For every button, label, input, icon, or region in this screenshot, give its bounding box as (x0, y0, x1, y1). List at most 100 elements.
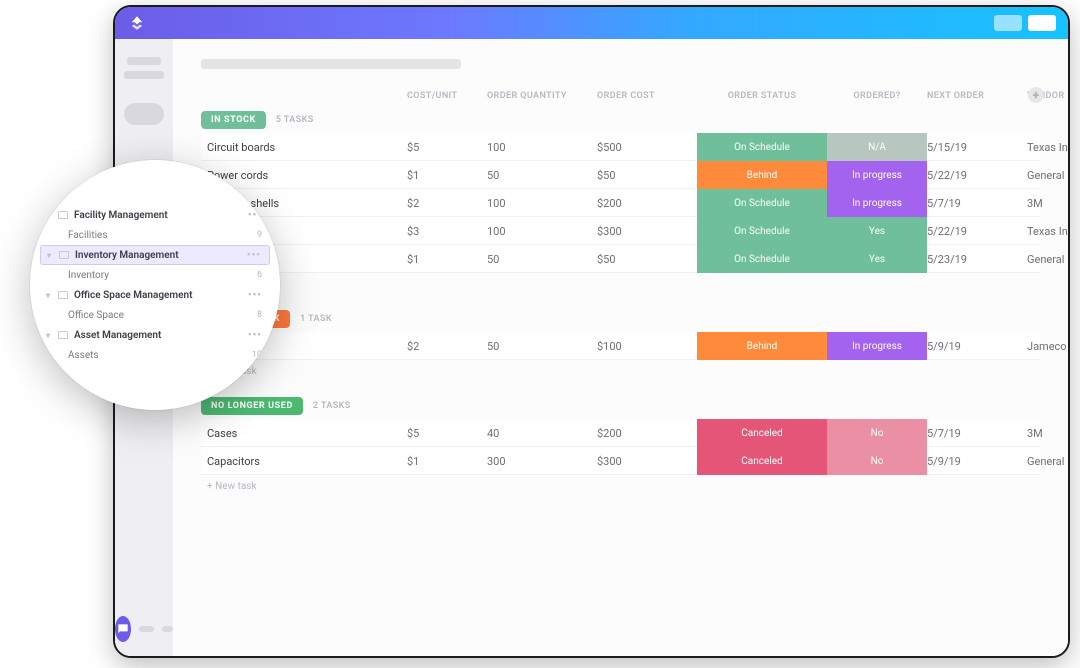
task-row[interactable]: Power cords$150$50BehindIn progress5/22/… (201, 161, 1040, 189)
window-minimize-button[interactable] (994, 15, 1022, 31)
rail-bottom-placeholder (139, 626, 154, 632)
cell-next[interactable]: 5/9/19 (927, 340, 1027, 353)
cell-ordered[interactable]: N/A (827, 133, 927, 161)
cell-ordered[interactable]: In progress (827, 332, 927, 360)
task-row[interactable]: USB cords$250$100BehindIn progress5/9/19… (201, 332, 1040, 360)
cell-vendor[interactable]: Jameco (1027, 340, 1068, 353)
col-cost[interactable]: COST/UNIT (407, 91, 487, 101)
task-row[interactable]: Displays$3100$300On ScheduleYes5/22/19Te… (201, 217, 1040, 245)
col-ordercost[interactable]: ORDER COST (597, 91, 697, 101)
cell-next[interactable]: 5/23/19 (927, 253, 1027, 266)
cell-cost[interactable]: $1 (407, 253, 487, 266)
cell-qty[interactable]: 40 (487, 427, 597, 440)
cell-vendor[interactable]: General Electric (1027, 455, 1068, 468)
cell-cost[interactable]: $3 (407, 225, 487, 238)
cell-status[interactable]: Behind (697, 332, 827, 360)
cell-ordered[interactable]: Yes (827, 245, 927, 273)
new-task-button[interactable]: + New task (201, 273, 1040, 292)
new-task-button[interactable]: + New task (201, 360, 1040, 379)
cell-qty[interactable]: 50 (487, 169, 597, 182)
cell-status[interactable]: On Schedule (697, 245, 827, 273)
rail-search-placeholder[interactable] (124, 103, 164, 125)
more-icon[interactable]: ••• (248, 210, 262, 221)
group-header[interactable]: OUT OF STOCK1 TASK (201, 310, 1040, 328)
cell-status[interactable]: On Schedule (697, 189, 827, 217)
col-next[interactable]: NEXT ORDER (927, 91, 1027, 101)
cell-qty[interactable]: 50 (487, 340, 597, 353)
group-header[interactable]: IN STOCK5 TASKS (201, 111, 1040, 129)
task-row[interactable]: Capacitors$1300$300CanceledNo5/9/19Gener… (201, 447, 1040, 475)
sidebar-item[interactable]: Facilities9 (40, 225, 270, 245)
sidebar-item[interactable]: Inventory6 (40, 265, 270, 285)
cell-ordered[interactable]: No (827, 419, 927, 447)
cell-next[interactable]: 5/9/19 (927, 455, 1027, 468)
chat-icon[interactable] (115, 616, 131, 642)
cell-next[interactable]: 5/7/19 (927, 427, 1027, 440)
cell-qty[interactable]: 100 (487, 141, 597, 154)
cell-vendor[interactable]: General Electric (1027, 169, 1068, 182)
col-qty[interactable]: ORDER QUANTITY (487, 91, 597, 101)
cell-qty[interactable]: 50 (487, 253, 597, 266)
group-status-pill[interactable]: NO LONGER USED (201, 397, 303, 415)
task-name[interactable]: Capacitors (207, 455, 407, 468)
sidebar-folder[interactable]: ▾Inventory Management••• (40, 245, 270, 265)
cell-cost[interactable]: $5 (407, 427, 487, 440)
task-name[interactable]: Power cords (207, 169, 407, 182)
cell-qty[interactable]: 100 (487, 225, 597, 238)
sidebar-item[interactable]: Assets10 (40, 345, 270, 365)
window-maximize-button[interactable] (1028, 15, 1056, 31)
more-icon[interactable]: ••• (248, 290, 262, 301)
new-task-button[interactable]: + New task (201, 475, 1040, 494)
cell-ordercost[interactable]: $100 (597, 340, 697, 353)
cell-cost[interactable]: $1 (407, 455, 487, 468)
cell-cost[interactable]: $5 (407, 141, 487, 154)
cell-ordered[interactable]: No (827, 447, 927, 475)
cell-cost[interactable]: $2 (407, 197, 487, 210)
sidebar-folder[interactable]: ▾Office Space Management••• (40, 285, 270, 305)
task-row[interactable]: Ribbon cables$150$50On ScheduleYes5/23/1… (201, 245, 1040, 273)
cell-next[interactable]: 5/22/19 (927, 169, 1027, 182)
task-row[interactable]: Housing shells$2100$200On ScheduleIn pro… (201, 189, 1040, 217)
more-icon[interactable]: ••• (247, 250, 261, 261)
cell-vendor[interactable]: Texas Instruments (1027, 141, 1068, 154)
group-status-pill[interactable]: IN STOCK (201, 111, 266, 129)
cell-ordercost[interactable]: $300 (597, 225, 697, 238)
cell-status[interactable]: Behind (697, 161, 827, 189)
sidebar-folder[interactable]: ▾Asset Management••• (40, 325, 270, 345)
cell-vendor[interactable]: 3M (1027, 197, 1068, 210)
cell-next[interactable]: 5/7/19 (927, 197, 1027, 210)
group-header[interactable]: NO LONGER USED2 TASKS (201, 397, 1040, 415)
cell-ordered[interactable]: In progress (827, 161, 927, 189)
col-ordered[interactable]: ORDERED? (827, 91, 927, 101)
sidebar-item[interactable]: Office Space8 (40, 305, 270, 325)
cell-status[interactable]: On Schedule (697, 133, 827, 161)
cell-ordercost[interactable]: $500 (597, 141, 697, 154)
cell-ordercost[interactable]: $50 (597, 253, 697, 266)
cell-ordered[interactable]: In progress (827, 189, 927, 217)
cell-ordercost[interactable]: $200 (597, 197, 697, 210)
sidebar-folder[interactable]: ▾Facility Management••• (40, 205, 270, 225)
cell-next[interactable]: 5/15/19 (927, 141, 1027, 154)
cell-cost[interactable]: $1 (407, 169, 487, 182)
cell-ordered[interactable]: Yes (827, 217, 927, 245)
cell-vendor[interactable]: 3M (1027, 427, 1068, 440)
add-column-button[interactable]: + (1028, 87, 1044, 103)
cell-qty[interactable]: 300 (487, 455, 597, 468)
cell-vendor[interactable]: General Electric (1027, 253, 1068, 266)
cell-status[interactable]: Canceled (697, 419, 827, 447)
cell-ordercost[interactable]: $300 (597, 455, 697, 468)
cell-ordercost[interactable]: $50 (597, 169, 697, 182)
col-status[interactable]: ORDER STATUS (697, 91, 827, 101)
cell-status[interactable]: Canceled (697, 447, 827, 475)
cell-ordercost[interactable]: $200 (597, 427, 697, 440)
more-icon[interactable]: ••• (248, 330, 262, 341)
cell-cost[interactable]: $2 (407, 340, 487, 353)
cell-vendor[interactable]: Texas Instruments (1027, 225, 1068, 238)
cell-status[interactable]: On Schedule (697, 217, 827, 245)
cell-next[interactable]: 5/22/19 (927, 225, 1027, 238)
cell-qty[interactable]: 100 (487, 197, 597, 210)
task-name[interactable]: Cases (207, 427, 407, 440)
task-row[interactable]: Circuit boards$5100$500On ScheduleN/A5/1… (201, 133, 1040, 161)
task-name[interactable]: Circuit boards (207, 141, 407, 154)
task-row[interactable]: Cases$540$200CanceledNo5/7/193M (201, 419, 1040, 447)
